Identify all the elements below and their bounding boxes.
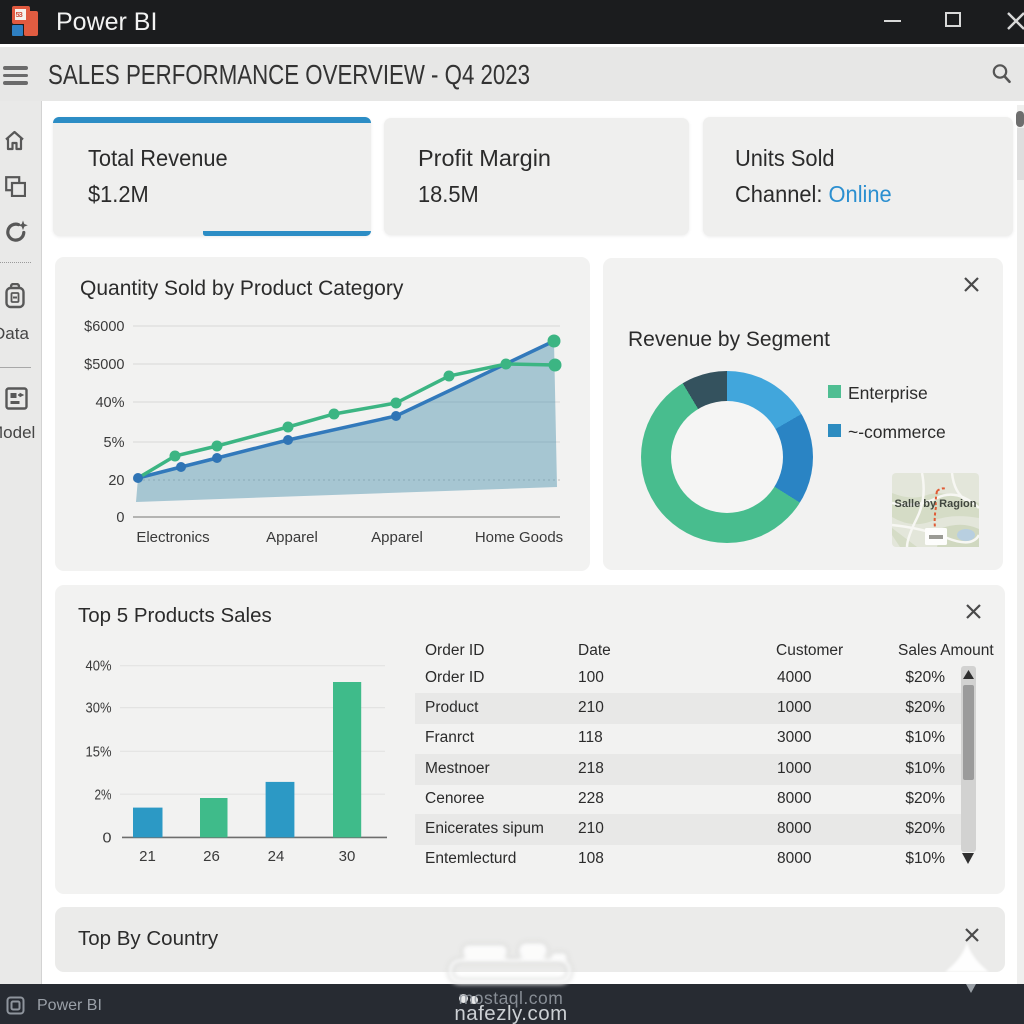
svg-text:0: 0: [103, 831, 112, 847]
svg-text:$6000: $6000: [84, 319, 124, 335]
svg-text:Apparel: Apparel: [371, 529, 423, 546]
svg-text:5%: 5%: [104, 435, 125, 451]
svg-text:Home Goods: Home Goods: [475, 529, 563, 546]
svg-text:24: 24: [268, 848, 285, 865]
svg-text:Salle by Ragion: Salle by Ragion: [895, 498, 977, 510]
svg-text:$5000: $5000: [84, 357, 124, 373]
svg-text:2%: 2%: [95, 788, 112, 804]
svg-text:Electronics: Electronics: [136, 529, 209, 546]
svg-text:21: 21: [139, 848, 156, 865]
svg-text:20: 20: [108, 473, 124, 489]
svg-text:26: 26: [203, 848, 220, 865]
svg-text:40%: 40%: [95, 395, 124, 411]
svg-text:Apparel: Apparel: [266, 529, 318, 546]
svg-text:15%: 15%: [86, 745, 112, 761]
svg-text:30%: 30%: [86, 701, 112, 717]
svg-text:30: 30: [339, 848, 356, 865]
svg-text:40%: 40%: [86, 659, 112, 675]
svg-text:0: 0: [116, 510, 124, 526]
